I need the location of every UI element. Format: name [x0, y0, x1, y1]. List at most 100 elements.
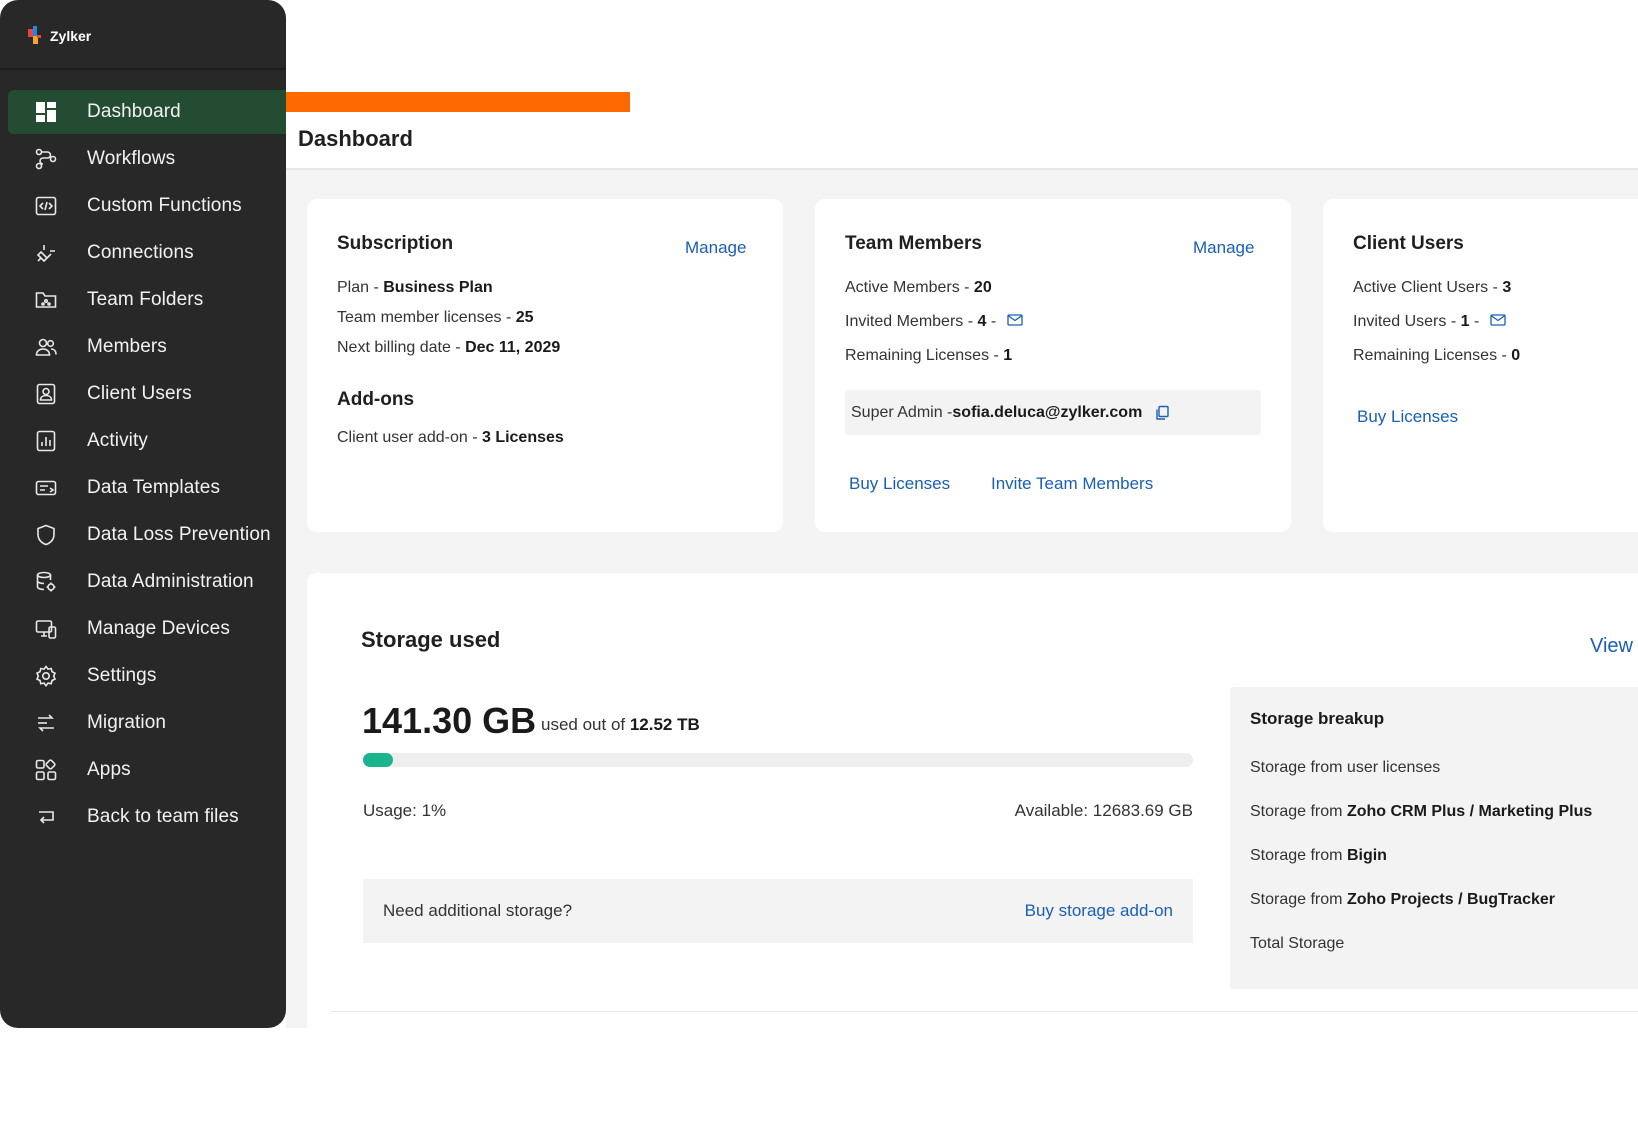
sidebar-item-label: Client Users	[87, 383, 192, 404]
licenses-value: 25	[515, 309, 534, 326]
subscription-manage-link[interactable]: Manage	[685, 238, 746, 258]
storage-projects-value: Zoho Projects / BugTracker	[1346, 891, 1555, 908]
plan-label: Plan -	[337, 279, 384, 296]
invited-members-row: Invited Members - 4 -	[845, 313, 1023, 331]
storage-projects-row: Storage from Zoho Projects / BugTracker	[1250, 891, 1555, 909]
sidebar-item-label: Workflows	[87, 148, 176, 169]
storage-from-label: Storage from	[1250, 891, 1347, 908]
sidebar-item-label: Members	[87, 336, 167, 357]
invited-members-label: Invited Members -	[845, 313, 978, 331]
storage-crm-row: Storage from Zoho CRM Plus / Marketing P…	[1250, 803, 1592, 821]
sidebar-item-data-templates[interactable]: Data Templates	[8, 466, 286, 510]
sidebar-item-data-loss-prevention[interactable]: Data Loss Prevention	[8, 513, 286, 557]
sidebar-item-connections[interactable]: Connections	[8, 231, 286, 275]
addon-row: Client user add-on - 3 Licenses	[337, 429, 564, 447]
remaining-licenses-row: Remaining Licenses - 1	[845, 347, 1012, 365]
storage-used-of: used out of 12.52 TB	[541, 715, 700, 735]
client-user-icon	[35, 383, 57, 405]
dashboard-icon	[35, 101, 57, 123]
storage-card: Storage used View 141.30 GB used out of …	[307, 573, 1638, 1028]
sidebar-item-label: Apps	[87, 759, 131, 780]
sidebar-item-label: Dashboard	[87, 101, 181, 122]
invited-users-row: Invited Users - 1 -	[1353, 313, 1506, 331]
team-folder-icon	[35, 289, 57, 311]
subscription-card: Subscription Manage Plan - Business Plan…	[307, 199, 783, 532]
copy-icon[interactable]	[1154, 405, 1170, 421]
storage-progress-fill	[363, 753, 393, 767]
plan-value: Business Plan	[383, 279, 493, 296]
addon-label: Client user add-on -	[337, 429, 482, 446]
remaining-licenses-value: 1	[1003, 347, 1013, 364]
sidebar-item-custom-functions[interactable]: Custom Functions	[8, 184, 286, 228]
brand-name: Zylker	[50, 28, 92, 44]
sidebar-item-workflows[interactable]: Workflows	[8, 137, 286, 181]
addon-value: 3 Licenses	[481, 429, 564, 446]
sidebar-item-team-folders[interactable]: Team Folders	[8, 278, 286, 322]
remaining-licenses-label: Remaining Licenses -	[845, 347, 1004, 364]
storage-used-value: 141.30 GB	[362, 700, 537, 741]
sidebar-item-manage-devices[interactable]: Manage Devices	[8, 607, 286, 651]
client-users-card: Client Users Active Client Users - 3 Inv…	[1323, 199, 1638, 532]
invite-team-members-link[interactable]: Invite Team Members	[991, 474, 1153, 494]
buy-storage-addon-link[interactable]: Buy storage add-on	[1025, 901, 1173, 921]
mail-icon[interactable]	[1490, 313, 1506, 331]
sidebar-item-label: Data Administration	[87, 571, 254, 592]
code-icon	[35, 195, 57, 217]
team-members-card: Team Members Manage Active Members - 20 …	[815, 199, 1291, 532]
active-client-users-label: Active Client Users -	[1353, 279, 1503, 296]
storage-breakup-panel: Storage breakup Storage from user licens…	[1230, 687, 1638, 989]
super-admin-box: Super Admin - sofia.deluca@zylker.com	[845, 390, 1261, 435]
active-members-value: 20	[973, 279, 992, 296]
team-buy-licenses-link[interactable]: Buy Licenses	[849, 474, 950, 494]
team-members-manage-link[interactable]: Manage	[1193, 238, 1254, 258]
sidebar-item-back-to-team-files[interactable]: Back to team files	[8, 795, 286, 839]
client-remaining-licenses-row: Remaining Licenses - 0	[1353, 347, 1520, 365]
sidebar-item-label: Connections	[87, 242, 194, 263]
mail-icon[interactable]	[1006, 313, 1023, 331]
super-admin-email: sofia.deluca@zylker.com	[952, 403, 1143, 421]
template-icon	[35, 477, 57, 499]
storage-user-licenses-row: Storage from user licenses	[1250, 759, 1441, 776]
migration-icon	[35, 712, 57, 734]
total-storage-row: Total Storage	[1250, 935, 1345, 952]
sidebar-item-activity[interactable]: Activity	[8, 419, 286, 463]
invited-members-suffix: -	[986, 313, 997, 331]
sidebar-item-label: Settings	[87, 665, 157, 686]
need-storage-text: Need additional storage?	[383, 901, 573, 920]
billing-value: Dec 11, 2029	[465, 339, 561, 356]
storage-view-link[interactable]: View	[1590, 635, 1633, 658]
page-title: Dashboard	[298, 126, 413, 151]
sidebar-item-settings[interactable]: Settings	[8, 654, 286, 698]
available-text: Available: 12683.69 GB	[1014, 801, 1193, 820]
super-admin-label: Super Admin -	[851, 403, 953, 421]
sidebar-item-client-users[interactable]: Client Users	[8, 372, 286, 416]
active-members-row: Active Members - 20	[845, 279, 992, 297]
team-members-title: Team Members	[845, 233, 982, 254]
storage-from-label: Storage from	[1250, 847, 1347, 864]
client-users-title: Client Users	[1353, 233, 1464, 254]
sidebar-item-dashboard[interactable]: Dashboard	[8, 90, 286, 134]
storage-from-label: Storage from	[1250, 803, 1347, 820]
storage-breakup-title: Storage breakup	[1250, 709, 1385, 728]
usage-text: Usage: 1%	[363, 801, 447, 820]
storage-addon-bar: Need additional storage? Buy storage add…	[363, 879, 1193, 943]
client-remaining-licenses-value: 0	[1511, 347, 1521, 364]
sidebar-item-label: Custom Functions	[87, 195, 242, 216]
storage-crm-value: Zoho CRM Plus / Marketing Plus	[1346, 803, 1593, 820]
sidebar-item-label: Activity	[87, 430, 148, 451]
active-client-users-row: Active Client Users - 3	[1353, 279, 1511, 297]
sidebar-item-apps[interactable]: Apps	[8, 748, 286, 792]
sidebar-item-label: Migration	[87, 712, 167, 733]
storage-bigin-value: Bigin	[1346, 847, 1387, 864]
addons-title: Add-ons	[337, 389, 415, 410]
used-of-label: used out of	[541, 715, 630, 734]
brand[interactable]: Zylker	[26, 26, 91, 46]
sidebar-item-members[interactable]: Members	[8, 325, 286, 369]
zylker-logo-icon	[26, 26, 44, 46]
invited-users-suffix: -	[1469, 313, 1480, 331]
sidebar-item-migration[interactable]: Migration	[8, 701, 286, 745]
sidebar-item-label: Manage Devices	[87, 618, 230, 639]
sidebar-item-data-administration[interactable]: Data Administration	[8, 560, 286, 604]
client-buy-licenses-link[interactable]: Buy Licenses	[1357, 407, 1458, 427]
storage-progress-bar	[363, 753, 1193, 767]
